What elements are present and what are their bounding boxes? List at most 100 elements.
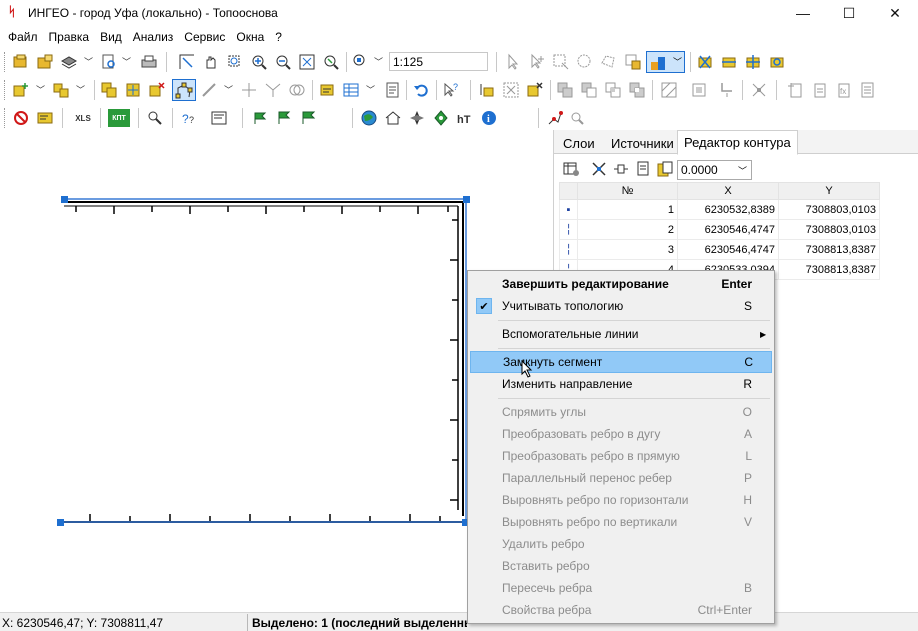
edit-contour-button[interactable] [172,79,196,101]
menu-edit[interactable]: Правка [45,30,94,44]
contour-polygon[interactable] [60,198,467,523]
menu-analysis[interactable]: Анализ [129,30,178,44]
vertex-handle[interactable] [61,196,68,203]
union-icon[interactable] [556,81,574,99]
zoom-extent-icon[interactable] [298,53,316,71]
chevron-down-icon[interactable]: ﹀ [366,83,375,96]
table-icon[interactable] [342,81,360,99]
vertex-snap-icon[interactable] [590,160,608,178]
print-preview-icon[interactable] [100,53,118,71]
column-header-number[interactable]: № [577,182,678,200]
menu-windows[interactable]: Окна [232,30,268,44]
doc-add-icon[interactable] [786,81,804,99]
paste-coords-icon[interactable] [656,160,674,178]
intersect-contour-icon[interactable] [288,81,306,99]
route-flag-icon[interactable] [276,109,294,127]
zoom-frame-icon[interactable] [226,53,244,71]
chevron-down-icon[interactable]: ﹀ [36,83,45,96]
snap-center-icon[interactable] [768,53,786,71]
select-rect-icon[interactable] [552,53,570,71]
scale-zoom-icon[interactable] [352,53,370,71]
select-frame-icon[interactable] [178,53,196,71]
cell-number[interactable]: 3 [577,239,678,260]
menu-item-insert-edge[interactable]: Вставить ребро [470,555,772,577]
doc-list-icon[interactable] [858,81,876,99]
locate-icon[interactable] [432,109,450,127]
select-all-icon[interactable] [502,81,520,99]
cut-contour-icon[interactable] [718,81,736,99]
move-object-icon[interactable] [124,81,142,99]
undo-icon[interactable] [412,81,430,99]
menu-item-close-segment[interactable]: Замкнуть сегмент C [470,351,772,378]
scale-input[interactable] [389,52,488,71]
menu-item-edge-to-line[interactable]: Преобразовать ребро в прямую L [470,445,772,467]
open-project-icon[interactable] [12,53,30,71]
tab-contour-editor[interactable]: Редактор контура [677,130,798,155]
cell-x[interactable]: 6230546,4747 [677,219,779,240]
select-layer-icon[interactable] [624,53,642,71]
menu-service[interactable]: Сервис [180,30,229,44]
snap-edge-icon[interactable] [720,53,738,71]
select-polygon-icon[interactable] [600,53,618,71]
no-entry-icon[interactable] [12,109,30,127]
properties-icon[interactable] [384,81,402,99]
info-icon[interactable]: i [480,109,498,127]
copy-object-icon[interactable] [100,81,118,99]
cell-y[interactable]: 7308813,8387 [778,239,880,260]
vertex-handle[interactable] [57,519,64,526]
doc-formula-icon[interactable]: fx [834,81,852,99]
menu-item-helper-lines[interactable]: Вспомогательные линии ▶ [470,323,772,345]
menu-item-straighten-corners[interactable]: Спрямить углы O [470,401,772,423]
xor-icon[interactable] [628,81,646,99]
frame-icon[interactable] [690,81,708,99]
cell-y[interactable]: 7308813,8387 [778,259,880,280]
select-add-icon[interactable] [528,53,546,71]
search-icon[interactable] [146,109,164,127]
minimize-button[interactable]: — [780,0,826,26]
compass-icon[interactable] [408,109,426,127]
route-icon[interactable] [252,109,270,127]
height-icon[interactable]: hT [456,109,474,127]
menu-help[interactable]: ? [271,30,286,44]
query-object-icon[interactable]: ? [442,81,460,99]
open-map-icon[interactable] [36,53,54,71]
menu-item-finish-editing[interactable]: Завершить редактирование Enter [470,273,772,295]
table-row[interactable]: ╎ 3 6230546,4747 7308813,8387 [559,239,880,260]
toolbar-grip[interactable] [4,108,7,128]
close-button[interactable]: ✕ [872,0,918,26]
cell-number[interactable]: 2 [577,219,678,240]
menu-item-intersect-edges[interactable]: Пересечь ребра B [470,577,772,599]
menu-item-edge-to-arc[interactable]: Преобразовать ребро в дугу A [470,423,772,445]
table-settings-icon[interactable] [562,160,580,178]
cell-y[interactable]: 7308803,0103 [778,219,880,240]
chevron-down-icon[interactable]: ﹀ [224,83,233,96]
route-end-icon[interactable] [300,109,318,127]
style-selector-button[interactable]: ﹀ [646,51,685,73]
globe-icon[interactable] [360,109,378,127]
menu-item-parallel-shift[interactable]: Параллельный перенос ребер P [470,467,772,489]
cell-x[interactable]: 6230532,8389 [677,199,779,220]
menu-view[interactable]: Вид [96,30,126,44]
chevron-down-icon[interactable]: ﹀ [84,55,93,68]
pan-hand-icon[interactable] [202,53,220,71]
merge-contour-icon[interactable] [264,81,282,99]
subtract-icon[interactable] [580,81,598,99]
deselect-icon[interactable] [526,81,544,99]
delete-object-icon[interactable] [148,81,166,99]
toolbar-grip[interactable] [4,52,7,72]
new-object-icon[interactable] [12,81,30,99]
vertex-cross-icon[interactable] [750,81,768,99]
tab-sources[interactable]: Источники [604,132,681,154]
print-icon[interactable] [140,53,158,71]
insert-vertex-icon[interactable] [612,160,630,178]
tab-layers[interactable]: Слои [556,132,602,154]
help-context-icon[interactable] [210,109,228,127]
menu-item-align-vertical[interactable]: Выровнять ребро по вертикали V [470,511,772,533]
draw-line-icon[interactable] [200,81,218,99]
menu-item-delete-edge[interactable]: Удалить ребро [470,533,772,555]
maximize-button[interactable]: ☐ [826,0,872,26]
split-contour-icon[interactable] [240,81,258,99]
zoom-previous-icon[interactable] [322,53,340,71]
chevron-down-icon[interactable]: ﹀ [76,83,85,96]
doc-edit-icon[interactable] [810,81,828,99]
